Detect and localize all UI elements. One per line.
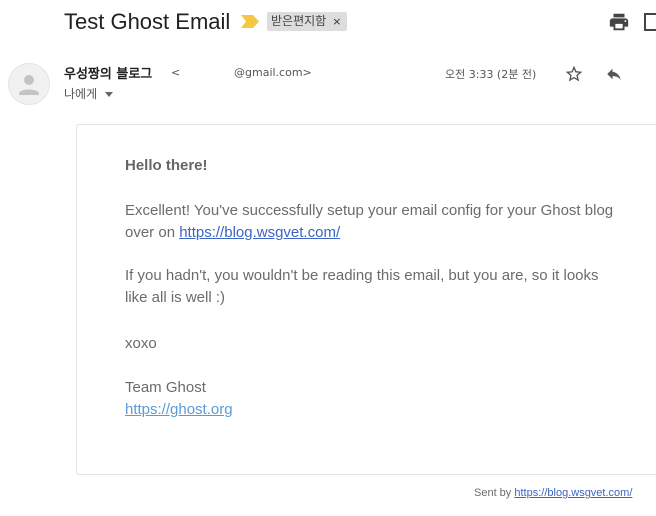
message-greeting: Hello there! xyxy=(125,157,208,174)
person-icon xyxy=(19,75,39,95)
ghost-link[interactable]: https://ghost.org xyxy=(125,399,625,421)
sender-avatar[interactable] xyxy=(8,63,50,105)
message-signature: Team Ghost https://ghost.org xyxy=(125,377,625,421)
reply-icon[interactable] xyxy=(604,65,624,83)
star-icon[interactable] xyxy=(564,64,584,84)
recipient-toggle[interactable]: 나에게 xyxy=(64,85,114,102)
sender-name[interactable]: 우성짱의 블로그 xyxy=(64,63,152,82)
email-subject: Test Ghost Email xyxy=(64,9,231,34)
inbox-label-chip: 받은편지함 × xyxy=(267,12,348,31)
recipient-label: 나에게 xyxy=(64,87,98,101)
importance-marker-icon[interactable] xyxy=(241,15,259,28)
message-paragraph-2: If you hadn't, you wouldn't be reading t… xyxy=(125,267,599,306)
sent-by-label: Sent by xyxy=(474,487,512,499)
print-icon[interactable] xyxy=(608,11,630,33)
blog-link[interactable]: https://blog.wsgvet.com/ xyxy=(179,224,340,241)
sender-email-open-bracket: < xyxy=(171,66,181,79)
sender-email: @gmail.com> xyxy=(234,66,312,79)
message-time: 오전 3:33 (2분 전) xyxy=(445,68,537,81)
open-in-new-window-icon[interactable] xyxy=(644,12,656,32)
remove-label-button[interactable]: × xyxy=(332,15,341,28)
inbox-label-text: 받은편지함 xyxy=(271,14,327,28)
message-signoff: xoxo xyxy=(125,335,157,352)
signature-name: Team Ghost xyxy=(125,379,206,396)
message-paragraph-1: Excellent! You've successfully setup you… xyxy=(125,200,625,244)
sent-by-link[interactable]: https://blog.wsgvet.com/ xyxy=(514,487,632,499)
chevron-down-icon xyxy=(105,92,114,97)
sent-by-footer: Sent by https://blog.wsgvet.com/ xyxy=(474,487,632,499)
